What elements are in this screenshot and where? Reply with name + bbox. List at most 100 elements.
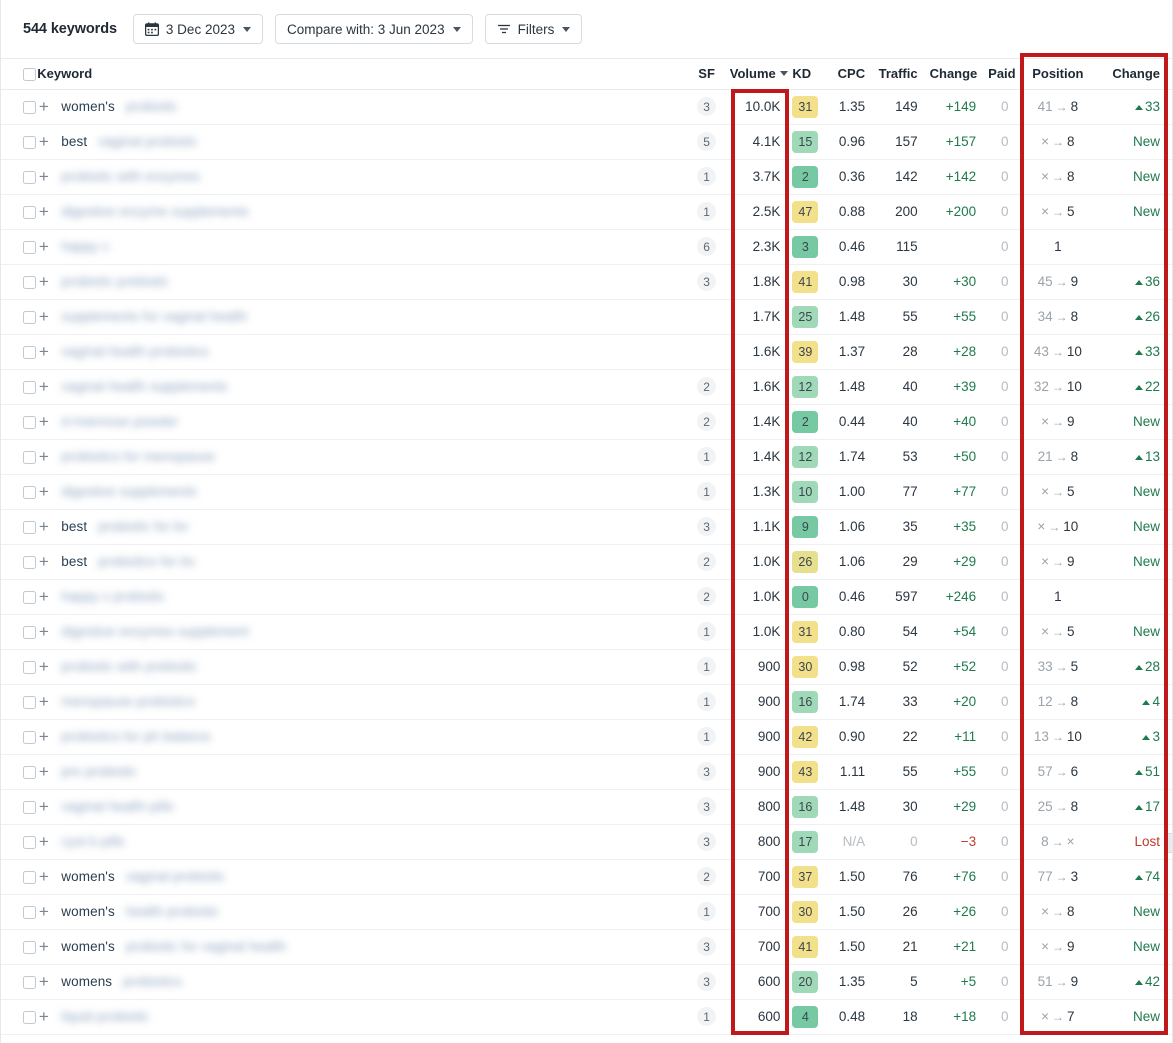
- keyword-text-redacted[interactable]: digestive enzyme supplements: [61, 204, 248, 219]
- add-keyword-icon[interactable]: +: [37, 623, 50, 640]
- table-row[interactable]: +supplements for vaginal health1.7K251.4…: [1, 299, 1172, 334]
- add-keyword-icon[interactable]: +: [37, 518, 50, 535]
- add-keyword-icon[interactable]: +: [37, 1008, 50, 1025]
- keyword-text-visible[interactable]: best: [61, 519, 87, 534]
- table-row[interactable]: +women'sprobiotic310.0K311.35149+149041→…: [1, 89, 1172, 124]
- keyword-text-redacted[interactable]: vaginal probiotic: [98, 134, 197, 149]
- table-row[interactable]: +probiotic prebiotic31.8K410.9830+30045→…: [1, 264, 1172, 299]
- column-header-kd[interactable]: KD: [786, 59, 822, 89]
- keywords-table-scroll[interactable]: Keyword SF Volume KD CPC Traffic Change …: [1, 59, 1172, 1043]
- table-row[interactable]: +happy v probiotic21.0K00.46597+24601: [1, 579, 1172, 614]
- table-row[interactable]: +cyst b pills380017N/A0−308→×Lost: [1, 824, 1172, 859]
- add-keyword-icon[interactable]: +: [37, 343, 50, 360]
- add-keyword-icon[interactable]: +: [37, 203, 50, 220]
- table-row[interactable]: +women'sprobiotic for vaginal health3700…: [1, 929, 1172, 964]
- keyword-text-redacted[interactable]: vaginal probiotic: [126, 869, 225, 884]
- keyword-text-redacted[interactable]: probiotic for bv: [98, 519, 188, 534]
- row-select-checkbox[interactable]: [23, 871, 36, 884]
- row-select-checkbox[interactable]: [23, 906, 36, 919]
- keyword-text-redacted[interactable]: digestive supplements: [61, 484, 197, 499]
- column-header-sf[interactable]: SF: [689, 59, 723, 89]
- date-picker-button[interactable]: 3 Dec 2023: [133, 14, 263, 44]
- column-header-volume[interactable]: Volume: [724, 59, 787, 89]
- table-row[interactable]: +menopause probiotics1900161.7433+20012→…: [1, 684, 1172, 719]
- row-select-checkbox[interactable]: [23, 311, 36, 324]
- add-keyword-icon[interactable]: +: [37, 238, 50, 255]
- row-select-checkbox[interactable]: [23, 556, 36, 569]
- keyword-text-redacted[interactable]: probiotic with prebiotic: [61, 659, 197, 674]
- keyword-text-redacted[interactable]: probiotics: [123, 974, 182, 989]
- row-select-checkbox[interactable]: [23, 101, 36, 114]
- add-keyword-icon[interactable]: +: [37, 798, 50, 815]
- table-row[interactable]: +probiotics for ph balance1900420.9022+1…: [1, 719, 1172, 754]
- column-header-traffic[interactable]: Traffic: [871, 59, 923, 89]
- column-header-change[interactable]: Change: [924, 59, 983, 89]
- table-row[interactable]: +women'shealth probiotic1700301.5026+260…: [1, 894, 1172, 929]
- add-keyword-icon[interactable]: +: [37, 553, 50, 570]
- row-select-checkbox[interactable]: [23, 661, 36, 674]
- add-keyword-icon[interactable]: +: [37, 658, 50, 675]
- keyword-text-visible[interactable]: women's: [61, 939, 115, 954]
- row-select-checkbox[interactable]: [23, 941, 36, 954]
- table-row[interactable]: +d-mannose powder21.4K20.4440+400×→9New: [1, 404, 1172, 439]
- add-keyword-icon[interactable]: +: [37, 728, 50, 745]
- keyword-text-redacted[interactable]: happy v: [61, 239, 109, 254]
- keyword-text-redacted[interactable]: vaginal health supplements: [61, 379, 227, 394]
- table-row[interactable]: +digestive enzymes supplement11.0K310.80…: [1, 614, 1172, 649]
- add-keyword-icon[interactable]: +: [37, 763, 50, 780]
- keyword-text-redacted[interactable]: liquid probiotic: [61, 1009, 149, 1024]
- add-keyword-icon[interactable]: +: [37, 938, 50, 955]
- keyword-text-redacted[interactable]: happy v probiotic: [61, 589, 165, 604]
- keyword-text-visible[interactable]: best: [61, 134, 87, 149]
- table-row[interactable]: +vaginal health probiotics1.6K391.3728+2…: [1, 334, 1172, 369]
- row-select-checkbox[interactable]: [23, 591, 36, 604]
- table-row[interactable]: +bestprobiotics for bv21.0K261.0629+290×…: [1, 544, 1172, 579]
- keyword-text-redacted[interactable]: vaginal health pills: [61, 799, 173, 814]
- keyword-text-redacted[interactable]: probiotic prebiotic: [61, 274, 169, 289]
- keyword-text-redacted[interactable]: menopause probiotics: [61, 694, 195, 709]
- row-select-checkbox[interactable]: [23, 731, 36, 744]
- row-select-checkbox[interactable]: [23, 1011, 36, 1024]
- filters-button[interactable]: Filters: [485, 14, 583, 44]
- add-keyword-icon[interactable]: +: [37, 483, 50, 500]
- keyword-text-redacted[interactable]: probiotics for menopause: [61, 449, 215, 464]
- keyword-text-redacted[interactable]: probiotic for vaginal health: [126, 939, 286, 954]
- table-row[interactable]: +bestvaginal probiotic54.1K150.96157+157…: [1, 124, 1172, 159]
- row-select-checkbox[interactable]: [23, 626, 36, 639]
- add-keyword-icon[interactable]: +: [37, 833, 50, 850]
- row-select-checkbox[interactable]: [23, 381, 36, 394]
- row-select-checkbox[interactable]: [23, 241, 36, 254]
- row-select-checkbox[interactable]: [23, 171, 36, 184]
- add-keyword-icon[interactable]: +: [37, 973, 50, 990]
- keyword-text-redacted[interactable]: pre probiotic: [61, 764, 137, 779]
- table-row[interactable]: +women'svaginal probiotic2700371.5076+76…: [1, 859, 1172, 894]
- row-select-checkbox[interactable]: [23, 696, 36, 709]
- add-keyword-icon[interactable]: +: [37, 308, 50, 325]
- row-select-checkbox[interactable]: [23, 276, 36, 289]
- table-row[interactable]: +probiotics for menopause11.4K121.7453+5…: [1, 439, 1172, 474]
- table-row[interactable]: +vaginal health supplements21.6K121.4840…: [1, 369, 1172, 404]
- column-header-position[interactable]: Position: [1014, 59, 1101, 89]
- row-select-checkbox[interactable]: [23, 451, 36, 464]
- add-keyword-icon[interactable]: +: [37, 168, 50, 185]
- keyword-text-visible[interactable]: women's: [61, 99, 115, 114]
- add-keyword-icon[interactable]: +: [37, 98, 50, 115]
- row-select-checkbox[interactable]: [23, 486, 36, 499]
- keyword-text-visible[interactable]: women's: [61, 869, 115, 884]
- add-keyword-icon[interactable]: +: [37, 903, 50, 920]
- keyword-text-visible[interactable]: women's: [61, 904, 115, 919]
- keyword-text-redacted[interactable]: cyst b pills: [61, 834, 124, 849]
- table-row[interactable]: +probiotic with prebiotic1900300.9852+52…: [1, 649, 1172, 684]
- add-keyword-icon[interactable]: +: [37, 273, 50, 290]
- table-row[interactable]: +pre probiotic3900431.1155+55057→651: [1, 754, 1172, 789]
- column-header-paid[interactable]: Paid: [982, 59, 1014, 89]
- side-panel-handle[interactable]: [1164, 833, 1172, 853]
- select-all-checkbox[interactable]: [23, 68, 36, 81]
- compare-date-button[interactable]: Compare with: 3 Jun 2023: [275, 14, 473, 44]
- row-select-checkbox[interactable]: [23, 346, 36, 359]
- add-keyword-icon[interactable]: +: [37, 378, 50, 395]
- row-select-checkbox[interactable]: [23, 766, 36, 779]
- keyword-text-redacted[interactable]: probiotics for bv: [98, 554, 195, 569]
- row-select-checkbox[interactable]: [23, 836, 36, 849]
- add-keyword-icon[interactable]: +: [37, 868, 50, 885]
